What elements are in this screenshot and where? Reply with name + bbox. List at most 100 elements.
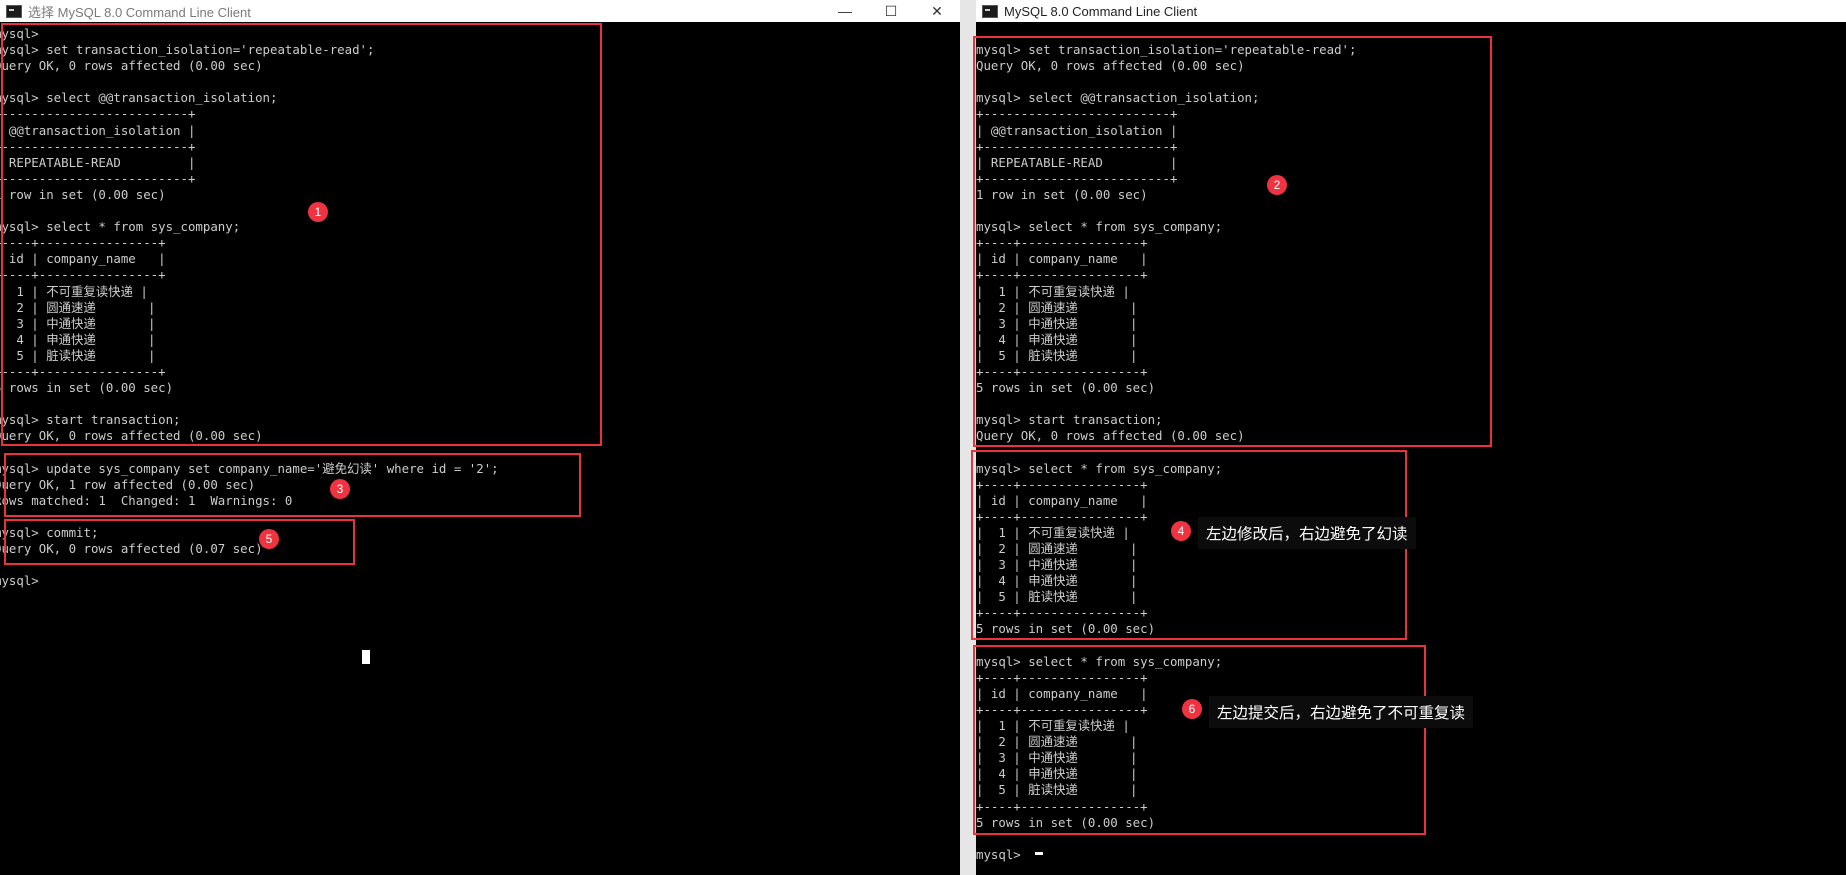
terminal-line: +----+----------------+ xyxy=(0,363,166,379)
terminal-line: Query OK, 0 rows affected (0.07 sec) xyxy=(0,541,263,556)
right-underline-cursor xyxy=(1035,852,1043,855)
terminal-line: mysql> set transaction_isolation='repeat… xyxy=(976,42,1357,58)
terminal-line: | 2 | 圆通速递 | xyxy=(976,299,1138,315)
title-select-prefix: 选择 xyxy=(28,4,55,20)
terminal-line: +-------------------------+ xyxy=(0,170,196,186)
terminal-line: | id | company_name | xyxy=(0,251,166,267)
right-window-title: MySQL 8.0 Command Line Client xyxy=(1004,3,1198,19)
terminal-line: +-------------------------+ xyxy=(976,138,1178,154)
note-non-repeatable-read: 左边提交后，右边避免了不可重复读 xyxy=(1209,696,1474,728)
terminal-line: | REPEATABLE-READ | xyxy=(0,154,196,170)
terminal-line: mysql> start transaction; xyxy=(0,412,181,428)
right-console-window: MySQL 8.0 Command Line Client mysql> set… xyxy=(976,0,1846,875)
left-console-window: 选择 MySQL 8.0 Command Line Client — ☐ ✕ m… xyxy=(0,0,960,875)
terminal-line: +-------------------------+ xyxy=(976,106,1178,122)
terminal-line: | 4 | 申通快递 | xyxy=(976,766,1138,782)
terminal-line: 5 rows in set (0.00 sec) xyxy=(976,380,1156,396)
terminal-line: | @@transaction_isolation | xyxy=(976,122,1178,138)
terminal-line: +----+----------------+ xyxy=(976,669,1148,685)
left-title-bar[interactable]: 选择 MySQL 8.0 Command Line Client — ☐ ✕ xyxy=(0,0,960,22)
terminal-line: | 2 | 圆通速递 | xyxy=(0,299,156,315)
terminal-line: | 5 | 脏读快递 | xyxy=(976,589,1138,605)
terminal-line: mysql> commit; xyxy=(0,524,99,540)
terminal-line: Query OK, 0 rows affected (0.00 sec) xyxy=(976,428,1245,444)
terminal-line: +-------------------------+ xyxy=(0,138,196,154)
terminal-line: | 3 | 中通快递 | xyxy=(976,315,1138,331)
step-marker-5: 5 xyxy=(259,529,279,549)
terminal-line: | 5 | 脏读快递 | xyxy=(976,782,1138,798)
terminal-line: | 4 | 申通快递 | xyxy=(0,331,156,347)
window-gap xyxy=(960,0,976,875)
terminal-line: +----+----------------+ xyxy=(0,235,166,251)
terminal-line: Query OK, 1 row affected (0.00 sec) xyxy=(0,476,256,492)
maximize-icon[interactable]: ☐ xyxy=(868,0,914,22)
terminal-line: | 3 | 中通快递 | xyxy=(0,315,156,331)
step-marker-4: 4 xyxy=(1171,521,1191,541)
step-marker-1: 1 xyxy=(308,202,328,222)
terminal-line: | 3 | 中通快递 | xyxy=(976,750,1138,766)
terminal-line: +----+----------------+ xyxy=(976,363,1148,379)
terminal-line: +-------------------------+ xyxy=(0,106,196,122)
terminal-line: | 5 | 脏读快递 | xyxy=(976,347,1138,363)
terminal-line: | 2 | 圆通速递 | xyxy=(976,734,1138,750)
terminal-line: mysql> xyxy=(0,573,39,589)
step-marker-6: 6 xyxy=(1182,699,1202,719)
terminal-line: +-------------------------+ xyxy=(976,170,1178,186)
terminal-line: 5 rows in set (0.00 sec) xyxy=(976,814,1156,830)
close-icon[interactable]: ✕ xyxy=(914,0,960,22)
terminal-line: | id | company_name | xyxy=(976,251,1148,267)
terminal-line: +----+----------------+ xyxy=(976,235,1148,251)
terminal-line: | id | company_name | xyxy=(976,492,1148,508)
minimize-icon[interactable]: — xyxy=(822,0,868,22)
right-title-bar[interactable]: MySQL 8.0 Command Line Client xyxy=(976,0,1846,22)
terminal-line: +----+----------------+ xyxy=(976,605,1148,621)
terminal-line: | 4 | 申通快递 | xyxy=(976,331,1138,347)
terminal-line: Query OK, 0 rows affected (0.00 sec) xyxy=(976,58,1245,74)
note-phantom-read: 左边修改后，右边避免了幻读 xyxy=(1198,517,1416,549)
terminal-line: mysql> select * from sys_company; xyxy=(976,653,1223,669)
terminal-line: | 3 | 中通快递 | xyxy=(976,557,1138,573)
terminal-line: 5 rows in set (0.00 sec) xyxy=(0,380,174,396)
terminal-line: mysql> select * from sys_company; xyxy=(976,219,1223,235)
console-app-icon xyxy=(6,4,22,18)
terminal-line: 1 row in set (0.00 sec) xyxy=(976,186,1148,202)
step-marker-2: 2 xyxy=(1267,175,1287,195)
step-marker-3: 3 xyxy=(330,479,350,499)
terminal-line: mysql> select @@transaction_isolation; xyxy=(976,90,1260,106)
terminal-line: Query OK, 0 rows affected (0.00 sec) xyxy=(0,58,263,74)
terminal-line: +----+----------------+ xyxy=(976,798,1148,814)
terminal-line: +----+----------------+ xyxy=(0,267,166,283)
terminal-line: | 4 | 申通快递 | xyxy=(976,573,1138,589)
terminal-line: mysql> update sys_company set company_na… xyxy=(0,460,499,476)
terminal-line: | @@transaction_isolation | xyxy=(0,122,196,138)
terminal-line: mysql> xyxy=(976,846,1029,862)
title-app-name: MySQL 8.0 Command Line Client xyxy=(57,4,251,20)
terminal-line: Rows matched: 1 Changed: 1 Warnings: 0 xyxy=(0,492,293,508)
terminal-line: mysql> select @@transaction_isolation; xyxy=(0,90,278,106)
terminal-line: | 1 | 不可重复读快递 | xyxy=(976,283,1130,299)
left-block-cursor xyxy=(362,650,370,664)
terminal-line: mysql> start transaction; xyxy=(976,412,1163,428)
terminal-line: Query OK, 0 rows affected (0.00 sec) xyxy=(0,428,263,444)
console-app-icon xyxy=(982,4,998,18)
terminal-line: mysql> select * from sys_company; xyxy=(976,460,1223,476)
terminal-line: | 5 | 脏读快递 | xyxy=(0,347,156,363)
terminal-line: mysql> xyxy=(0,26,39,41)
terminal-line: | REPEATABLE-READ | xyxy=(976,154,1178,170)
terminal-line: mysql> select * from sys_company; xyxy=(0,219,241,235)
left-terminal-output[interactable]: mysql>mysql> set transaction_isolation='… xyxy=(0,22,960,875)
terminal-line: 1 row in set (0.00 sec) xyxy=(0,186,166,202)
right-terminal-output[interactable]: mysql> set transaction_isolation='repeat… xyxy=(976,22,1846,875)
terminal-line: 5 rows in set (0.00 sec) xyxy=(976,621,1156,637)
